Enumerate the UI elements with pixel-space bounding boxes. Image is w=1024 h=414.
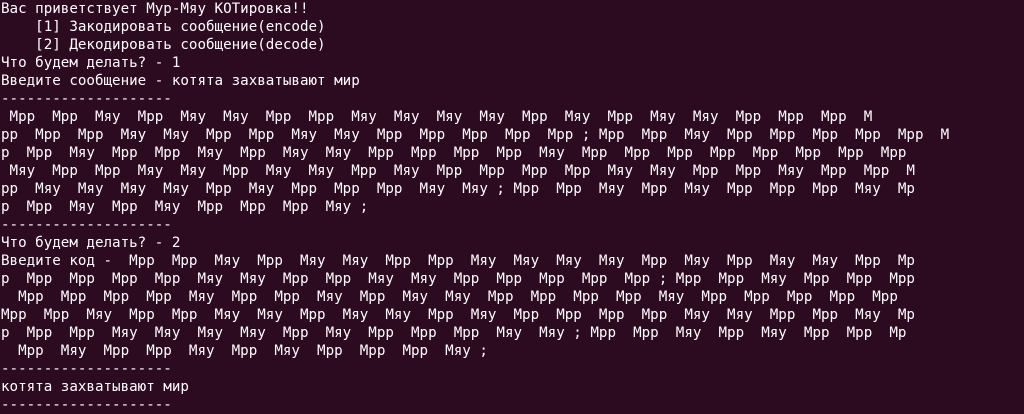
prompt-action-2: Что будем делать? - 2 (1, 235, 181, 251)
code-input-line: Мрр Мрр Мяу Мрр Мрр Мяу Мяу Мрр Мяу Мяу … (1, 307, 915, 323)
separator: -------------------- (1, 397, 172, 413)
encoded-output-line: Мрр Мрр Мяу Мрр Мяу Мяу Мрр Мрр Мяу Мяу … (1, 109, 873, 125)
prompt-code-input-line: Введите код - Мрр Мрр Мяу Мрр Мяу Мяу Мр… (1, 253, 915, 269)
encoded-output-line: рр Мяу Мяу Мяу Мяу Мрр Мяу Мрр Мрр Мрр М… (1, 181, 915, 197)
separator: -------------------- (1, 217, 172, 233)
separator: -------------------- (1, 91, 172, 107)
encoded-output-line: Мяу Мрр Мрр Мяу Мяу Мрр Мяу Мяу Мрр Мяу … (1, 163, 915, 179)
prompt-message: Введите сообщение - котята захватывают м… (1, 73, 360, 89)
encoded-output-line: р Мрр Мяу Мрр Мрр Мяу Мрр Мяу Мяу Мрр Мр… (1, 145, 915, 161)
prompt-action-1: Что будем делать? - 1 (1, 55, 181, 71)
code-input-line: р Мрр Мрр Мяу Мяу Мяу Мяу Мрр Мяу Мрр Мр… (1, 325, 907, 341)
code-input-line: Мрр Мяу Мрр Мрр Мяу Мрр Мяу Мрр Мрр Мрр … (1, 343, 488, 359)
decoded-result: котята захватывают мир (1, 379, 189, 395)
encoded-output-line: р Мрр Мяу Мрр Мяу Мрр Мрр Мрр Мяу ; (1, 199, 369, 215)
separator: -------------------- (1, 361, 172, 377)
code-input-line: р Мрр Мрр Мрр Мрр Мяу Мяу Мрр Мрр Мяу Мя… (1, 271, 915, 287)
code-input-line: Мрр Мрр Мрр Мрр Мяу Мрр Мрр Мяу Мрр Мяу … (1, 289, 915, 305)
menu-option-decode: [2] Декодировать сообщение(decode) (1, 37, 326, 53)
terminal-window[interactable]: Вас приветствует Мур-Мяу КОТировка!! [1]… (0, 0, 1024, 413)
greeting-line: Вас приветствует Мур-Мяу КОТировка!! (1, 1, 309, 17)
menu-option-encode: [1] Закодировать сообщение(encode) (1, 19, 326, 35)
encoded-output-line: рр Мрр Мрр Мяу Мяу Мрр Мрр Мяу Мяу Мрр М… (1, 127, 950, 143)
